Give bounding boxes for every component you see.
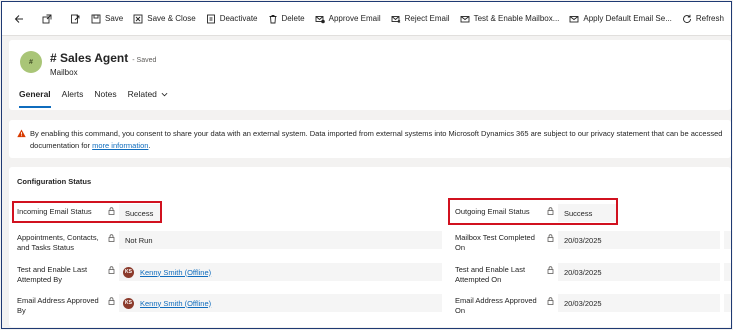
deactivate-icon — [206, 14, 215, 23]
app-window: Save Save & Close Deactivate Delete Appr… — [1, 1, 732, 329]
warning-icon — [17, 129, 26, 138]
user-lookup-link[interactable]: Kenny Smith (Offline) — [140, 268, 211, 277]
back-button[interactable] — [8, 8, 30, 30]
tab-alerts[interactable]: Alerts — [62, 86, 84, 102]
deactivate-button[interactable]: Deactivate — [201, 8, 263, 30]
open-new-window-button[interactable] — [36, 8, 58, 30]
configuration-status-section: Configuration Status Incoming Email Stat… — [9, 167, 731, 327]
refresh-button[interactable]: Refresh — [677, 8, 729, 30]
incoming-status-highlight — [12, 201, 162, 223]
mailbox-test-completed-on-value[interactable]: 20/03/2025 — [558, 231, 720, 249]
section-title: Configuration Status — [17, 177, 92, 186]
email-approved-by-value[interactable]: KS Kenny Smith (Offline) — [119, 294, 442, 312]
refresh-label: Refresh — [695, 14, 724, 23]
appointments-contacts-tasks-status-value[interactable]: Not Run — [119, 231, 442, 249]
delete-button[interactable]: Delete — [263, 8, 310, 30]
lock-icon — [108, 266, 115, 274]
form-tabs: General Alerts Notes Related — [19, 86, 179, 108]
record-header: # # Sales Agent - Saved Mailbox General … — [9, 40, 731, 110]
apply-default-email-settings-button[interactable]: Apply Default Email Se... — [564, 8, 676, 30]
notice-text-suffix: . — [148, 141, 151, 150]
save-button[interactable]: Save — [86, 8, 128, 30]
test-enable-attempted-by-value[interactable]: KS Kenny Smith (Offline) — [119, 263, 442, 281]
lock-icon — [108, 297, 115, 305]
user-avatar: KS — [123, 266, 134, 278]
open-new-window-icon — [42, 14, 52, 23]
reject-email-icon — [391, 15, 400, 23]
consent-notice: By enabling this command, you consent to… — [9, 120, 731, 158]
refresh-icon — [682, 14, 691, 23]
time-field[interactable] — [724, 263, 731, 281]
deactivate-label: Deactivate — [219, 14, 258, 23]
outgoing-status-highlight — [448, 198, 618, 225]
mailbox-test-completed-on-label: Mailbox Test Completed On — [455, 233, 535, 252]
lock-icon — [547, 234, 554, 242]
share-button[interactable] — [64, 8, 86, 30]
share-icon — [71, 14, 80, 23]
test-enable-attempted-on-value[interactable]: 20/03/2025 — [558, 263, 720, 281]
save-close-label: Save & Close — [147, 14, 196, 23]
save-status: - Saved — [132, 57, 157, 64]
time-field[interactable] — [724, 231, 731, 249]
record-title: # Sales Agent — [50, 51, 129, 65]
email-approved-on-label: Email Address Approved On — [455, 296, 537, 315]
mail-settings-icon — [569, 15, 579, 22]
more-information-link[interactable]: more information — [92, 141, 148, 150]
lock-icon — [108, 234, 115, 242]
command-bar: Save Save & Close Deactivate Delete Appr… — [2, 2, 731, 36]
appointments-contacts-tasks-status-label: Appointments, Contacts, and Tasks Status — [17, 233, 99, 252]
approve-email-label: Approve Email — [328, 14, 381, 23]
record-title-row: # Sales Agent - Saved — [50, 51, 156, 65]
reject-email-label: Reject Email — [404, 14, 450, 23]
test-enable-mailbox-label: Test & Enable Mailbox... — [473, 14, 560, 23]
save-icon — [91, 14, 101, 23]
lock-icon — [547, 297, 554, 305]
tab-general[interactable]: General — [19, 86, 51, 108]
save-close-button[interactable]: Save & Close — [128, 8, 200, 30]
record-entity-type: Mailbox — [50, 68, 78, 77]
tab-related[interactable]: Related — [128, 86, 168, 102]
tab-notes[interactable]: Notes — [94, 86, 116, 102]
approve-email-button[interactable]: Approve Email — [310, 8, 386, 30]
delete-label: Delete — [281, 14, 305, 23]
notice-text-line2: documentation for more information. — [30, 141, 151, 150]
record-avatar: # — [20, 51, 42, 73]
trash-icon — [269, 14, 276, 23]
save-label: Save — [105, 14, 124, 23]
tab-related-label: Related — [127, 89, 157, 99]
more-commands-button[interactable] — [729, 8, 731, 30]
apply-default-email-settings-label: Apply Default Email Se... — [583, 14, 672, 23]
test-enable-attempted-on-label: Test and Enable Last Attempted On — [455, 265, 526, 284]
user-avatar: KS — [123, 297, 134, 309]
reject-email-button[interactable]: Reject Email — [386, 8, 455, 30]
time-field[interactable] — [724, 294, 731, 312]
notice-text: By enabling this command, you consent to… — [30, 129, 723, 138]
notice-text-prefix: documentation for — [30, 141, 91, 150]
lock-icon — [547, 266, 554, 274]
test-enable-mailbox-button[interactable]: Test & Enable Mailbox... — [455, 8, 565, 30]
email-approved-by-label: Email Address Approved By — [17, 296, 99, 315]
user-lookup-link[interactable]: Kenny Smith (Offline) — [140, 299, 211, 308]
approve-email-icon — [315, 15, 325, 23]
save-close-icon — [133, 14, 143, 23]
mail-icon — [460, 15, 470, 22]
test-enable-attempted-by-label: Test and Enable Last Attempted By — [17, 265, 88, 284]
email-approved-on-value[interactable]: 20/03/2025 — [558, 294, 720, 312]
back-arrow-icon — [14, 14, 23, 23]
chevron-down-icon — [161, 92, 168, 96]
